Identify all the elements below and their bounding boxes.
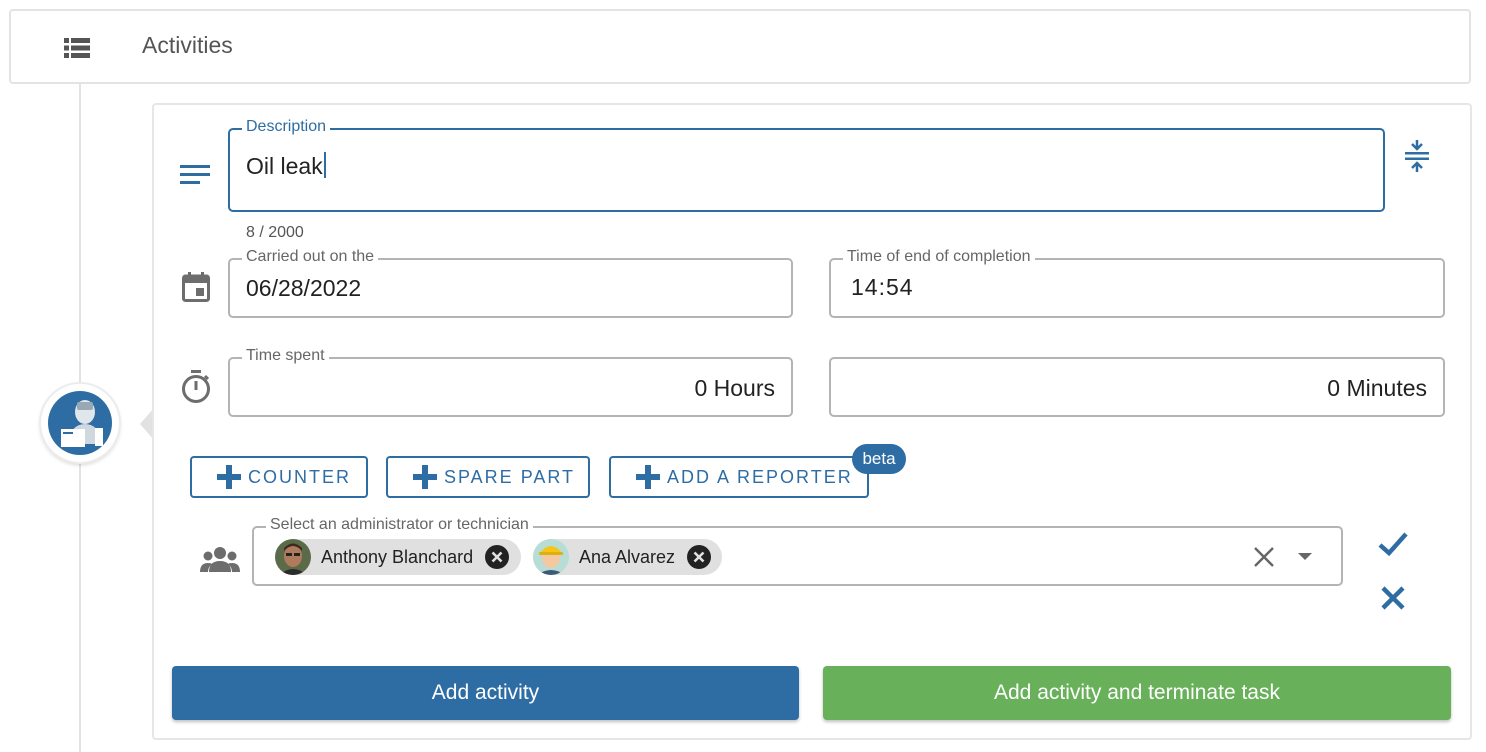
technician-avatar-icon — [48, 391, 112, 455]
chip-ana-alvarez: Ana Alvarez — [533, 539, 722, 575]
page-title: Activities — [142, 32, 233, 58]
add-reporter-label: ADD A REPORTER — [667, 466, 853, 487]
confirm-check-icon[interactable] — [1378, 531, 1408, 557]
add-activity-terminate-button[interactable]: Add activity and terminate task — [823, 666, 1451, 720]
chip-anthony-blanchard: Anthony Blanchard — [275, 539, 521, 575]
end-time-label: Time of end of completion — [843, 247, 1035, 267]
technician-avatar — [41, 384, 119, 462]
add-counter-label: COUNTER — [248, 466, 351, 487]
technician-select-label: Select an administrator or technician — [266, 515, 533, 535]
hours-field[interactable]: Time spent 0 Hours — [228, 346, 793, 417]
collapse-icon[interactable] — [1404, 140, 1430, 172]
remove-chip-icon[interactable] — [687, 545, 712, 569]
description-field[interactable]: Description Oil leak — [228, 117, 1385, 212]
end-time-field[interactable]: Time of end of completion 14:54 — [829, 247, 1445, 318]
description-char-counter: 8 / 2000 — [246, 224, 304, 241]
plus-icon — [636, 465, 660, 489]
time-spent-label: Time spent — [242, 346, 329, 366]
add-counter-button[interactable]: COUNTER — [190, 456, 368, 498]
minutes-field[interactable]: 0 Minutes — [829, 357, 1445, 417]
remove-chip-icon[interactable] — [485, 545, 510, 569]
description-label: Description — [242, 117, 331, 137]
add-spare-part-button[interactable]: SPARE PART — [386, 456, 590, 498]
carried-out-date-field[interactable]: Carried out on the 06/28/2022 — [228, 247, 793, 318]
carried-out-label: Carried out on the — [242, 247, 379, 267]
end-time-value[interactable]: 14:54 — [851, 274, 914, 301]
calendar-icon — [182, 272, 210, 302]
minutes-value[interactable]: 0 Minutes — [1327, 375, 1427, 402]
clear-icon[interactable] — [1253, 546, 1275, 568]
stopwatch-icon — [182, 370, 210, 403]
plus-icon — [217, 465, 241, 489]
carried-out-date-value[interactable]: 06/28/2022 — [246, 275, 361, 302]
hours-value[interactable]: 0 Hours — [694, 375, 775, 402]
plus-icon — [413, 465, 437, 489]
add-spare-part-label: SPARE PART — [444, 466, 576, 487]
group-icon — [200, 547, 240, 572]
description-input[interactable]: Oil leak — [246, 153, 323, 179]
notes-icon — [180, 165, 210, 184]
list-icon — [64, 38, 90, 58]
add-activity-button[interactable]: Add activity — [172, 666, 799, 720]
chip-name: Anthony Blanchard — [321, 546, 474, 567]
cancel-x-icon[interactable] — [1380, 585, 1406, 611]
avatar — [275, 539, 311, 575]
beta-badge: beta — [852, 444, 906, 474]
avatar — [533, 539, 569, 575]
chevron-down-icon[interactable] — [1297, 552, 1313, 562]
chip-name: Ana Alvarez — [579, 546, 676, 567]
add-reporter-button[interactable]: ADD A REPORTER — [609, 456, 869, 498]
